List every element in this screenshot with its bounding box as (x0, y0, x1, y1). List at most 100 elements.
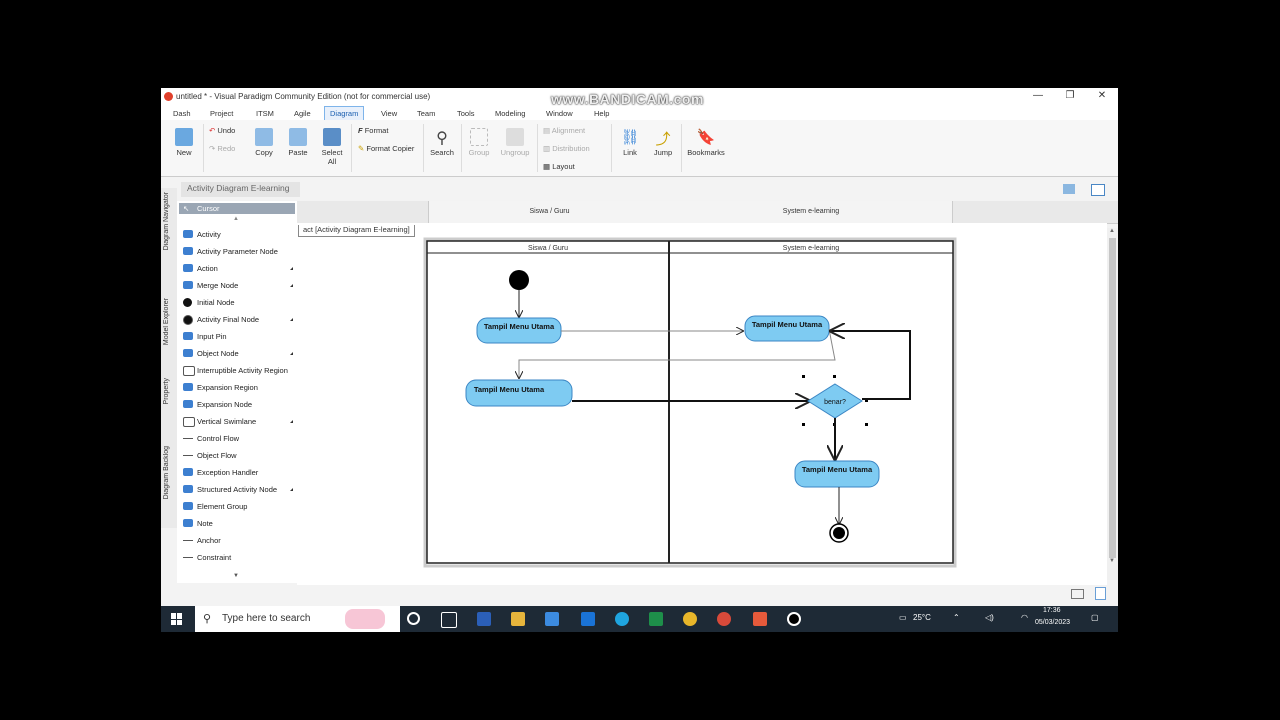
word-icon[interactable] (477, 612, 491, 626)
lane-header-system[interactable]: System e-learning (670, 201, 953, 223)
expand-arrow-icon[interactable] (290, 488, 293, 491)
menu-view[interactable]: View (381, 109, 397, 118)
vertical-scrollbar[interactable]: ▲ ▼ (1107, 228, 1118, 580)
menu-bar: Dash Project ITSM Agile Diagram View Tea… (161, 106, 1118, 122)
bookmark-icon: 🔖 (696, 129, 716, 146)
tab-model-explorer[interactable]: Model Explorer (163, 298, 170, 345)
group-button[interactable]: Group (467, 128, 491, 157)
close-button[interactable]: ✕ (1087, 90, 1117, 104)
scroll-down-icon[interactable]: ▼ (1109, 558, 1115, 564)
palette-item-constraint[interactable]: Constraint (181, 551, 295, 565)
menu-dash[interactable]: Dash (173, 109, 191, 118)
palette-item-activity-final-node[interactable]: Activity Final Node (181, 313, 295, 327)
menu-tools[interactable]: Tools (457, 109, 475, 118)
paste-button[interactable]: Paste (286, 128, 310, 157)
windows-start-icon[interactable] (171, 613, 183, 625)
select-all-button[interactable]: Select All (320, 128, 344, 166)
palette-item-exception-handler[interactable]: Exception Handler (181, 466, 295, 480)
menu-agile[interactable]: Agile (294, 109, 311, 118)
palette-cursor[interactable]: ↖ Cursor (179, 203, 295, 214)
palette-item-input-pin[interactable]: Input Pin (181, 330, 295, 344)
initial-node[interactable] (509, 270, 529, 290)
diagram-settings-icon[interactable] (1063, 184, 1075, 194)
breadcrumb[interactable]: Activity Diagram E-learning (181, 182, 300, 197)
undo-button[interactable]: ↶ Undo (209, 126, 235, 135)
palette-item-activity[interactable]: Activity (181, 228, 295, 242)
edge-icon[interactable] (615, 612, 629, 626)
tray-chevron-icon[interactable]: ⌃ (953, 613, 960, 622)
panel-layout-icon[interactable] (1091, 184, 1105, 196)
expand-arrow-icon[interactable] (290, 420, 293, 423)
palette-scroll-up-icon[interactable]: ▲ (233, 216, 239, 222)
expand-arrow-icon[interactable] (290, 352, 293, 355)
mail-app-icon[interactable] (581, 612, 595, 626)
palette-item-object-flow[interactable]: Object Flow (181, 449, 295, 463)
palette-item-activity-parameter-node[interactable]: Activity Parameter Node (181, 245, 295, 259)
chrome-icon[interactable] (683, 612, 697, 626)
layout-button[interactable]: ▦ Layout (543, 162, 575, 171)
file-explorer-icon[interactable] (511, 612, 525, 626)
format-copier-button[interactable]: ✎ Format Copier (358, 144, 414, 153)
palette-item-anchor[interactable]: Anchor (181, 534, 295, 548)
expand-arrow-icon[interactable] (290, 284, 293, 287)
palette-item-note[interactable]: Note (181, 517, 295, 531)
ungroup-button[interactable]: Ungroup (499, 128, 531, 157)
mail-icon[interactable] (1071, 589, 1084, 599)
visual-paradigm-icon[interactable] (753, 612, 767, 626)
bookmarks-button[interactable]: 🔖 Bookmarks (687, 128, 725, 157)
copy-button[interactable]: Copy (253, 128, 275, 157)
redo-button[interactable]: ↷ Redo (209, 144, 235, 153)
format-button[interactable]: F Format (358, 126, 388, 135)
menu-team[interactable]: Team (417, 109, 435, 118)
clock-date[interactable]: 05/03/2023 (1035, 619, 1070, 626)
palette-item-merge-node[interactable]: Merge Node (181, 279, 295, 293)
tab-diagram-backlog[interactable]: Diagram Backlog (163, 446, 170, 499)
taskbar-search-input[interactable]: ⚲ Type here to search (195, 606, 400, 632)
palette-item-expansion-region[interactable]: Expansion Region (181, 381, 295, 395)
notification-icon[interactable]: ▢ (1091, 613, 1099, 622)
menu-project[interactable]: Project (210, 109, 233, 118)
volume-icon[interactable]: ◁) (985, 613, 994, 622)
store-icon[interactable] (545, 612, 559, 626)
tab-property[interactable]: Property (163, 378, 170, 404)
task-view-icon[interactable] (441, 612, 457, 628)
weather-text[interactable]: 25°C (913, 613, 931, 622)
scrollbar-thumb[interactable] (1109, 238, 1116, 558)
palette-item-initial-node[interactable]: Initial Node (181, 296, 295, 310)
lane-header-siswa[interactable]: Siswa / Guru (428, 201, 671, 223)
link-button[interactable]: ⛓ Link (619, 128, 641, 157)
tab-diagram-navigator[interactable]: Diagram Navigator (163, 192, 170, 250)
cortana-icon[interactable] (407, 612, 420, 625)
excel-icon[interactable] (649, 612, 663, 626)
palette-scroll-down-icon[interactable]: ▼ (233, 573, 239, 579)
palette-item-interruptible-activity-region[interactable]: Interruptible Activity Region (181, 364, 295, 378)
scroll-up-icon[interactable]: ▲ (1109, 228, 1115, 234)
palette-item-action[interactable]: Action (181, 262, 295, 276)
palette-item-object-node[interactable]: Object Node (181, 347, 295, 361)
menu-window[interactable]: Window (546, 109, 573, 118)
new-button[interactable]: New (172, 128, 196, 157)
expand-arrow-icon[interactable] (290, 318, 293, 321)
jump-button[interactable]: ⤴ Jump (652, 128, 674, 157)
chrome-profile-icon[interactable] (717, 612, 731, 626)
search-button[interactable]: ⚲ Search (429, 128, 455, 157)
palette-item-control-flow[interactable]: Control Flow (181, 432, 295, 446)
palette-item-expansion-node[interactable]: Expansion Node (181, 398, 295, 412)
clock-time[interactable]: 17:36 (1043, 607, 1061, 614)
document-icon[interactable] (1095, 587, 1106, 600)
alignment-button[interactable]: ▤ Alignment (543, 126, 585, 135)
menu-help[interactable]: Help (594, 109, 609, 118)
palette-item-element-group[interactable]: Element Group (181, 500, 295, 514)
menu-itsm[interactable]: ITSM (256, 109, 274, 118)
minimize-button[interactable]: — (1023, 90, 1053, 104)
restore-button[interactable]: ❐ (1055, 90, 1085, 104)
bandicam-record-icon[interactable] (787, 612, 801, 626)
menu-modeling[interactable]: Modeling (495, 109, 525, 118)
network-icon[interactable]: ◠ (1021, 613, 1028, 622)
palette-item-vertical-swimlane[interactable]: Vertical Swimlane (181, 415, 295, 429)
palette-item-structured-activity-node[interactable]: Structured Activity Node (181, 483, 295, 497)
distribution-button[interactable]: ▥ Distribution (543, 144, 590, 153)
diagram-canvas[interactable]: act [Activity Diagram E-learning] Siswa … (297, 223, 1107, 585)
expand-arrow-icon[interactable] (290, 267, 293, 270)
battery-icon[interactable]: ▭ (899, 613, 907, 622)
